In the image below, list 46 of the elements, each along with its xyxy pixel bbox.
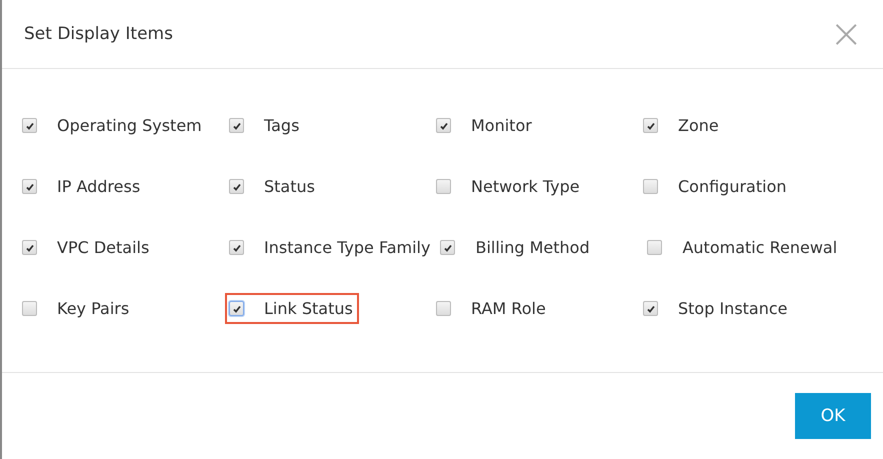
close-button[interactable]: ×: [829, 14, 863, 54]
checkbox[interactable]: [643, 301, 658, 316]
option-label: Operating System: [57, 116, 202, 135]
check-icon: [24, 120, 34, 130]
check-icon: [646, 304, 656, 314]
checkbox[interactable]: [229, 118, 244, 133]
checkbox[interactable]: [22, 118, 37, 133]
option-label: RAM Role: [471, 299, 546, 318]
check-icon: [232, 304, 242, 314]
checkbox[interactable]: [229, 179, 244, 194]
checkbox[interactable]: [229, 240, 244, 255]
option-label: IP Address: [57, 177, 140, 196]
dialog-title: Set Display Items: [24, 24, 173, 44]
option-label: Instance Type Family: [264, 238, 430, 257]
checkbox[interactable]: [22, 179, 37, 194]
ok-button[interactable]: OK: [795, 393, 871, 439]
check-icon: [232, 120, 242, 130]
option-label: Status: [264, 177, 315, 196]
option-label: Monitor: [471, 116, 532, 135]
checkbox[interactable]: [229, 301, 244, 316]
checkbox[interactable]: [436, 179, 451, 194]
check-icon: [24, 242, 34, 252]
check-icon: [438, 120, 448, 130]
checkbox[interactable]: [643, 179, 658, 194]
check-icon: [442, 242, 453, 252]
option-label: Network Type: [471, 177, 580, 196]
option-label: Billing Method: [475, 238, 590, 257]
checkbox[interactable]: [643, 118, 658, 133]
checkbox[interactable]: [22, 301, 37, 316]
checkbox[interactable]: [436, 301, 451, 316]
check-icon: [24, 182, 34, 192]
option-label: Zone: [678, 116, 719, 135]
check-icon: [646, 120, 656, 130]
option-label: VPC Details: [57, 238, 150, 257]
checkbox[interactable]: [647, 240, 662, 255]
checkbox[interactable]: [440, 240, 456, 255]
check-icon: [232, 242, 242, 252]
checkbox[interactable]: [436, 118, 451, 133]
option-label: Stop Instance: [678, 299, 788, 318]
option-label: Configuration: [678, 177, 787, 196]
checkbox[interactable]: [22, 240, 37, 255]
check-icon: [232, 182, 242, 192]
option-label: Link Status: [264, 299, 353, 318]
option-label: Key Pairs: [57, 299, 130, 318]
option-label: Automatic Renewal: [682, 238, 838, 257]
option-label: Tags: [264, 116, 300, 135]
